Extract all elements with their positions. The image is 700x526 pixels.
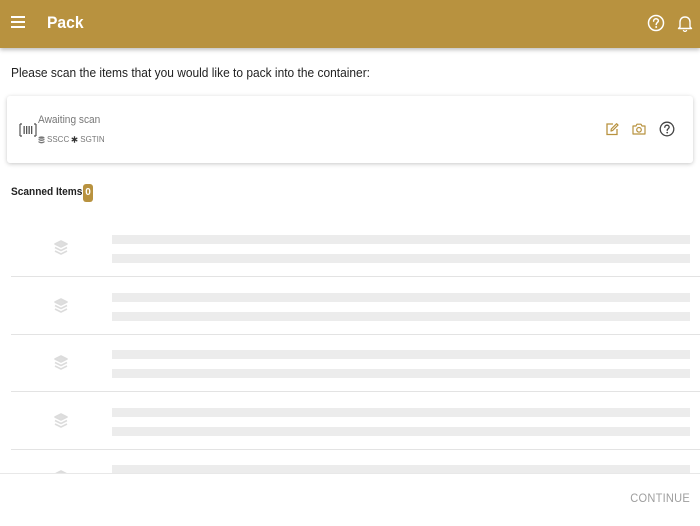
placeholder-row xyxy=(11,220,700,277)
barcode-scan-icon xyxy=(19,123,37,137)
placeholder-row xyxy=(11,393,700,450)
placeholder-line xyxy=(112,311,690,321)
layers-icon xyxy=(54,355,68,370)
layers-icon xyxy=(54,412,68,428)
scanned-items-list xyxy=(0,220,700,475)
scan-input-card[interactable]: Awaiting scan SSCC SGTIN xyxy=(7,96,693,163)
scan-help-icon[interactable] xyxy=(659,121,675,137)
placeholder-line xyxy=(112,426,690,436)
asterisk-icon xyxy=(71,136,78,143)
camera-icon[interactable] xyxy=(632,123,646,135)
placeholder-line xyxy=(112,254,690,263)
scan-status-text: Awaiting scan xyxy=(38,114,101,126)
placeholder-row xyxy=(11,335,700,392)
app-bar: Pack xyxy=(0,0,700,48)
layers-icon xyxy=(54,297,68,313)
placeholder-row xyxy=(11,278,700,335)
placeholder-row xyxy=(11,450,700,475)
placeholder-line xyxy=(112,407,690,417)
placeholder-line xyxy=(112,235,690,244)
code-type-sgtin: SGTIN xyxy=(80,135,105,144)
hamburger-menu-icon[interactable] xyxy=(11,16,27,30)
scan-instruction: Please scan the items that you would lik… xyxy=(11,65,371,80)
help-circle-icon[interactable] xyxy=(647,14,665,32)
edit-icon[interactable] xyxy=(605,122,619,136)
code-type-sscc: SSCC xyxy=(47,135,70,144)
bell-icon[interactable] xyxy=(677,14,693,32)
stack-icon xyxy=(38,135,45,143)
page-title: Pack xyxy=(47,13,84,32)
scanned-count-badge: 0 xyxy=(83,184,93,202)
accepted-code-types: SSCC SGTIN xyxy=(38,135,105,144)
continue-button[interactable]: CONTINUE xyxy=(630,491,690,505)
scanned-items-label: Scanned Items xyxy=(11,186,83,198)
placeholder-line xyxy=(112,350,690,359)
layers-icon xyxy=(54,240,68,255)
placeholder-line xyxy=(112,369,690,378)
footer-bar: CONTINUE xyxy=(0,473,700,526)
placeholder-line xyxy=(112,292,690,302)
